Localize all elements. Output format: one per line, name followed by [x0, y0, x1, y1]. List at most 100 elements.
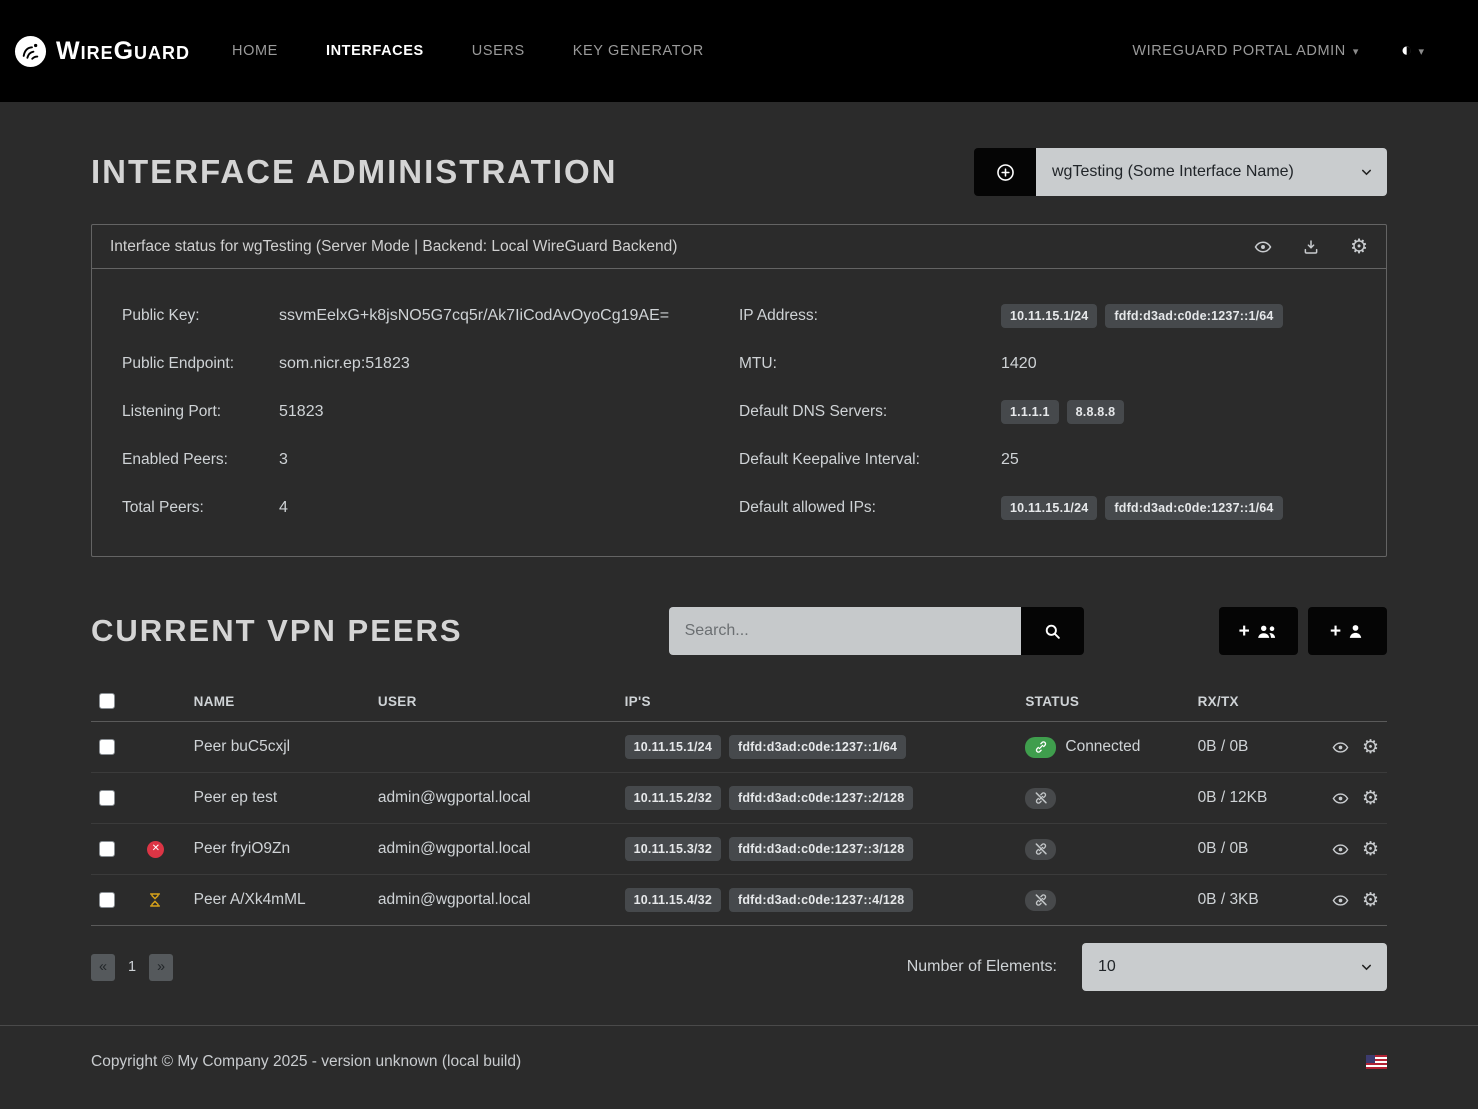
chevron-down-icon: [1359, 165, 1374, 180]
peers-section-title: CURRENT VPN PEERS: [91, 613, 463, 649]
peer-status: [1017, 773, 1189, 824]
info-row: MTU: 1420: [739, 340, 1356, 388]
interface-picker: wgTesting (Some Interface Name): [974, 148, 1387, 196]
peer-user: admin@wgportal.local: [370, 773, 617, 824]
nav-item-key-generator[interactable]: KEY GENERATOR: [573, 43, 704, 59]
nav-item-home[interactable]: HOME: [232, 43, 278, 59]
peer-checkbox[interactable]: [99, 790, 115, 806]
peer-status-text: Connected: [1065, 738, 1140, 755]
interface-select[interactable]: wgTesting (Some Interface Name): [1036, 148, 1387, 196]
peer-user: [370, 722, 617, 773]
column-user: USER: [370, 681, 617, 722]
peer-name: Peer buC5cxjl: [186, 722, 370, 773]
search-input[interactable]: [669, 607, 1021, 655]
us-flag-icon[interactable]: [1366, 1055, 1387, 1069]
wireguard-logo-icon: [14, 35, 47, 68]
info-row: IP Address: 10.11.15.1/24fdfd:d3ad:c0de:…: [739, 292, 1356, 340]
disconnected-link-slash-icon: [1025, 788, 1056, 809]
peer-name: Peer ep test: [186, 773, 370, 824]
plus-icon: +: [1330, 622, 1341, 641]
view-config-icon[interactable]: [1254, 238, 1272, 256]
search-group: [669, 607, 1084, 655]
peer-ips: 10.11.15.1/24fdfd:d3ad:c0de:1237::1/64: [617, 722, 1018, 773]
info-label: Default Keepalive Interval:: [739, 451, 1001, 469]
ip-badge: fdfd:d3ad:c0de:1237::3/128: [729, 837, 913, 861]
peer-view-icon[interactable]: [1332, 892, 1349, 909]
value-badge: 1.1.1.1: [1001, 400, 1059, 424]
peer-settings-icon[interactable]: ⚙: [1362, 840, 1379, 859]
interface-settings-icon[interactable]: ⚙: [1350, 237, 1368, 257]
ip-badge: fdfd:d3ad:c0de:1237::4/128: [729, 888, 913, 912]
admin-dropdown[interactable]: WIREGUARD PORTAL ADMIN ▾: [1132, 43, 1359, 59]
peer-rxtx: 0B / 0B: [1190, 722, 1324, 773]
admin-dropdown-label: WIREGUARD PORTAL ADMIN: [1132, 43, 1346, 59]
ip-badge: 10.11.15.3/32: [625, 837, 721, 861]
info-label: Total Peers:: [122, 499, 279, 517]
peers-table-body: Peer buC5cxjl 10.11.15.1/24fdfd:d3ad:c0de…: [91, 722, 1387, 926]
nav-item-users[interactable]: USERS: [472, 43, 525, 59]
nav-item-interfaces[interactable]: INTERFACES: [326, 43, 424, 59]
peer-checkbox[interactable]: [99, 892, 115, 908]
peer-view-icon[interactable]: [1332, 841, 1349, 858]
elements-count-value: 10: [1098, 958, 1116, 976]
add-peer-button[interactable]: +: [1308, 607, 1387, 655]
plus-circle-icon: [995, 162, 1016, 183]
elements-count-label: Number of Elements:: [907, 958, 1057, 976]
peer-rxtx: 0B / 3KB: [1190, 875, 1324, 926]
elements-count-select[interactable]: 10: [1082, 943, 1387, 991]
peer-checkbox[interactable]: [99, 739, 115, 755]
dns-servers-badges: 1.1.1.1 8.8.8.8: [1001, 400, 1124, 424]
info-row: Public Endpoint: som.nicr.ep:51823: [122, 340, 739, 388]
add-multiple-peers-button[interactable]: +: [1219, 607, 1298, 655]
info-label: Listening Port:: [122, 403, 279, 421]
info-row: Public Key: ssvmEelxG+k8jsNO5G7cq5r/Ak7I…: [122, 292, 739, 340]
theme-toggle-button[interactable]: ◐ ▾: [1401, 40, 1424, 62]
listening-port-value: 51823: [279, 403, 324, 421]
interface-status-card: Interface status for wgTesting (Server M…: [91, 224, 1387, 557]
peer-name: Peer fryiO9Zn: [186, 824, 370, 875]
value-badge: 10.11.15.1/24: [1001, 496, 1097, 520]
download-config-icon[interactable]: [1302, 238, 1320, 256]
peer-ips: 10.11.15.4/32fdfd:d3ad:c0de:1237::4/128: [617, 875, 1018, 926]
pagination: « 1 »: [91, 954, 173, 981]
chevron-down-icon: [1359, 960, 1374, 975]
peer-settings-icon[interactable]: ⚙: [1362, 891, 1379, 910]
ip-badge: 10.11.15.2/32: [625, 786, 721, 810]
brand[interactable]: WireGuard: [14, 35, 190, 68]
page-title: INTERFACE ADMINISTRATION: [91, 153, 617, 191]
peer-ips: 10.11.15.3/32 fdfd:d3ad:c0de:1237::3/128: [617, 824, 1018, 875]
ip-address-badges: 10.11.15.1/24 fdfd:d3ad:c0de:1237::1/64: [1001, 304, 1283, 328]
peer-checkbox[interactable]: [99, 841, 115, 857]
pagination-page-1[interactable]: 1: [120, 954, 144, 981]
theme-toggle-icon: ◐: [1401, 40, 1412, 62]
peer-row: ✕Peer fryiO9Znadmin@wgportal.local10.11.…: [91, 824, 1387, 875]
public-endpoint-value: som.nicr.ep:51823: [279, 355, 410, 373]
enabled-peers-value: 3: [279, 451, 288, 469]
allowed-ips-badges: 10.11.15.1/24fdfd:d3ad:c0de:1237::1/64: [1001, 496, 1283, 520]
value-badge: 10.11.15.1/24: [1001, 304, 1097, 328]
peer-settings-icon[interactable]: ⚙: [1362, 738, 1379, 757]
pagination-prev-button[interactable]: «: [91, 954, 115, 981]
peer-status: [1017, 875, 1189, 926]
add-interface-button[interactable]: [974, 148, 1036, 196]
value-badge: 8.8.8.8: [1067, 400, 1125, 424]
peer-status: [1017, 824, 1189, 875]
mtu-value: 1420: [1001, 355, 1037, 373]
column-rxtx: RX/TX: [1190, 681, 1324, 722]
brand-text: WireGuard: [56, 37, 190, 66]
search-icon: [1043, 622, 1062, 641]
search-button[interactable]: [1021, 607, 1084, 655]
select-all-checkbox[interactable]: [99, 693, 115, 709]
info-row: Default DNS Servers: 1.1.1.18.8.8.8: [739, 388, 1356, 436]
peer-view-icon[interactable]: [1332, 790, 1349, 807]
caret-down-icon: ▾: [1353, 45, 1359, 58]
peer-view-icon[interactable]: [1332, 739, 1349, 756]
peer-settings-icon[interactable]: ⚙: [1362, 789, 1379, 808]
ip-badge: fdfd:d3ad:c0de:1237::2/128: [729, 786, 913, 810]
value-badge: fdfd:d3ad:c0de:1237::1/64: [1105, 304, 1282, 328]
peer-row: Peer A/Xk4mMLadmin@wgportal.local10.11.1…: [91, 875, 1387, 926]
pagination-next-button[interactable]: »: [149, 954, 173, 981]
peers-table-header-row: NAME USER IP'S STATUS RX/TX: [91, 681, 1387, 722]
peer-rxtx: 0B / 0B: [1190, 824, 1324, 875]
info-row: Total Peers: 4: [122, 484, 739, 532]
